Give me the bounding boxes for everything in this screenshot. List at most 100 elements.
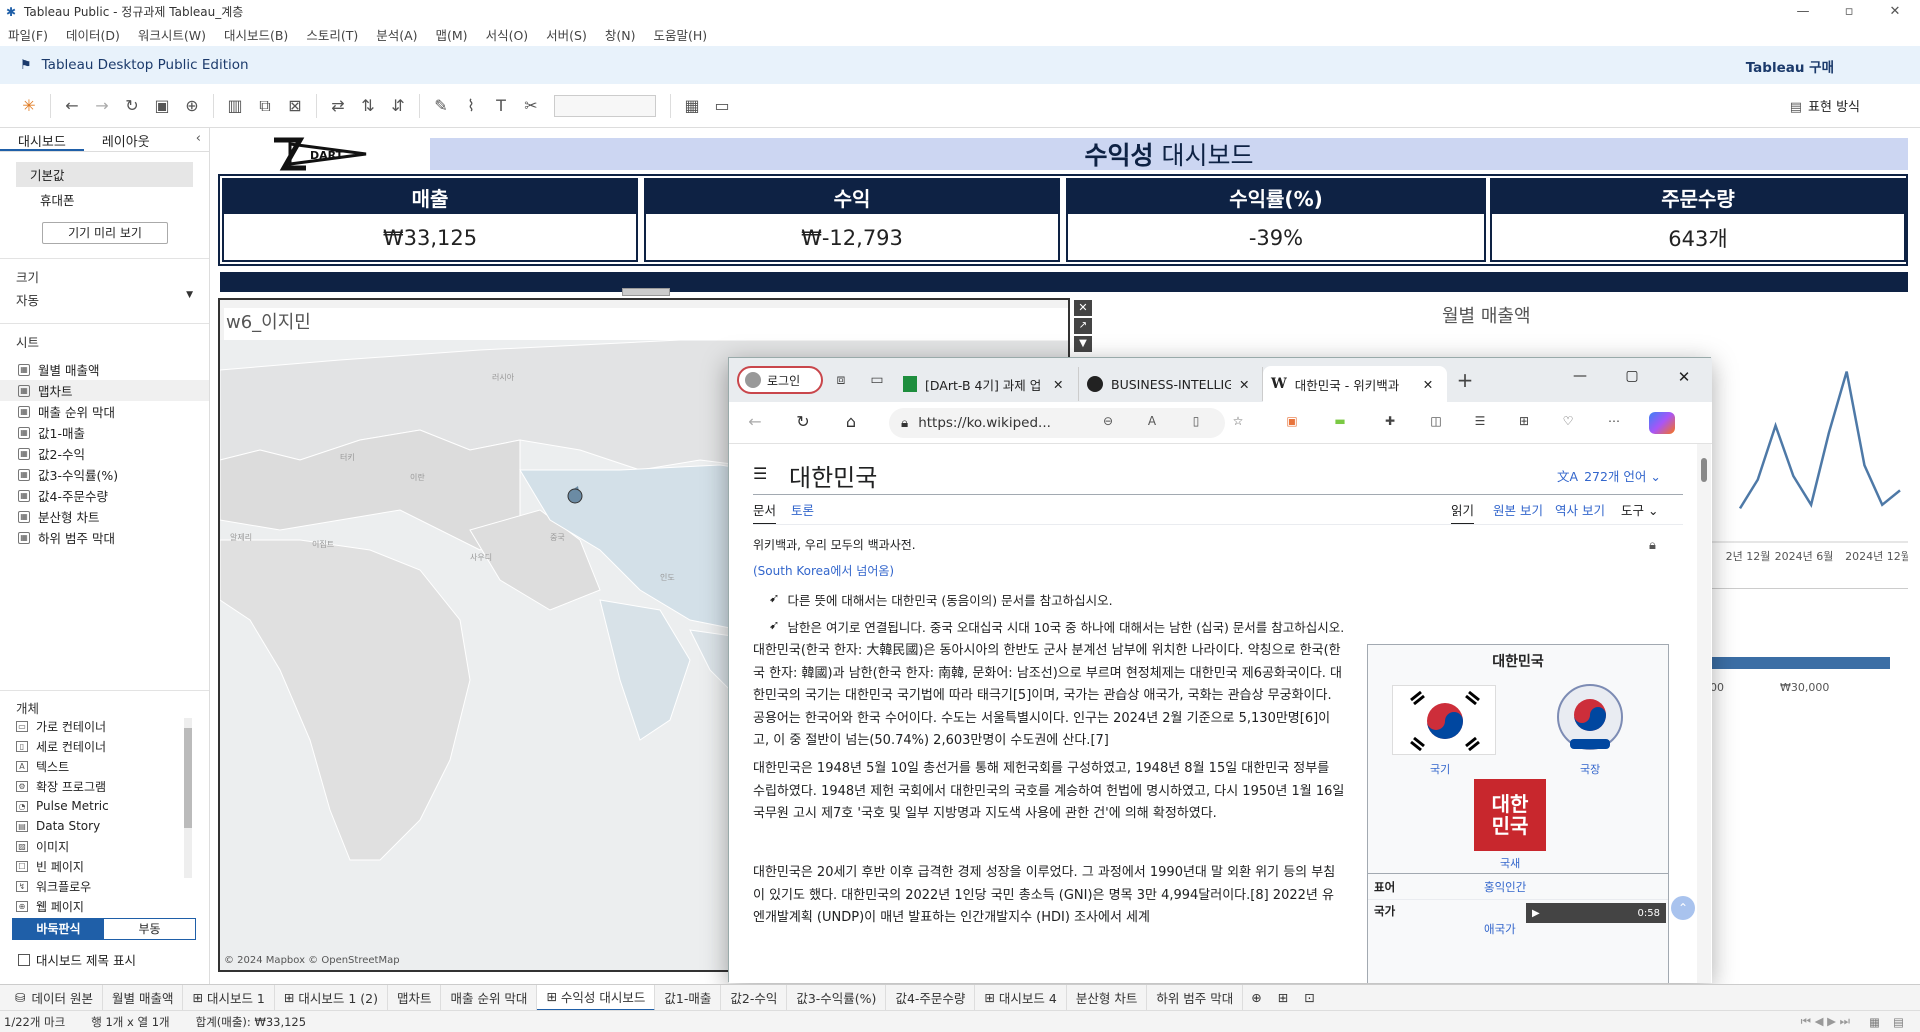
extension-icon[interactable]: ▣ bbox=[1281, 414, 1303, 428]
undo-icon[interactable]: ← bbox=[57, 91, 87, 121]
tab-layout[interactable]: 레이아웃 bbox=[84, 128, 168, 151]
tab-sheet[interactable]: 월별 매출액 bbox=[103, 984, 184, 1011]
home-icon[interactable]: ⌂ bbox=[839, 412, 863, 431]
device-preview-button[interactable]: 기기 미리 보기 bbox=[42, 222, 168, 244]
sheet-item[interactable]: ▦ 맵차트 bbox=[0, 380, 209, 401]
menu-map[interactable]: 맵(M) bbox=[436, 25, 468, 44]
sheet-filter-icon[interactable]: ▼ bbox=[1074, 336, 1092, 352]
sheet-item[interactable]: ▦ 값4-주문수량 bbox=[0, 485, 209, 506]
toc-menu-icon[interactable]: ☰ bbox=[753, 464, 767, 483]
settings-more-icon[interactable]: ⋯ bbox=[1603, 414, 1625, 428]
menu-data[interactable]: 데이터(D) bbox=[66, 25, 120, 44]
tab-sheet[interactable]: 값4-주문수량 bbox=[886, 984, 976, 1011]
audio-player[interactable]: ▶ 0:58 bbox=[1526, 903, 1666, 923]
tab-history[interactable]: 역사 보기 bbox=[1555, 500, 1605, 519]
tab-dashboard[interactable]: ⊞ 대시보드 4 bbox=[975, 984, 1067, 1011]
read-aloud-icon[interactable]: A bbox=[1141, 414, 1163, 428]
tab-talk[interactable]: 토론 bbox=[791, 500, 814, 519]
immersive-reader-icon[interactable]: ▯ bbox=[1185, 414, 1207, 428]
map-mark-korea[interactable] bbox=[567, 488, 583, 504]
seal-image[interactable]: 대한민국 bbox=[1474, 779, 1546, 851]
tab-nav-icons[interactable]: ⏮ ◀ ▶ ⏭ bbox=[1801, 1014, 1850, 1029]
sheet-item[interactable]: ▦ 값3-수익률(%) bbox=[0, 464, 209, 485]
sheet-item[interactable]: ▦ 값1-매출 bbox=[0, 422, 209, 443]
extensions-icon[interactable]: ✚ bbox=[1379, 414, 1401, 428]
sheet-item[interactable]: ▦ 월별 매출액 bbox=[0, 359, 209, 380]
object-item[interactable]: ▨ 이미지 bbox=[0, 836, 190, 856]
sales-line[interactable] bbox=[1738, 371, 1901, 510]
tab-data-source[interactable]: ⛁ 데이터 원본 bbox=[6, 984, 103, 1011]
tab-sheet[interactable]: 맵차트 bbox=[388, 984, 442, 1011]
new-worksheet-tab-icon[interactable]: ⊕ bbox=[1243, 990, 1269, 1005]
sort-desc-icon[interactable]: ⇵ bbox=[383, 91, 413, 121]
back-icon[interactable]: ← bbox=[743, 412, 767, 431]
tab-read[interactable]: 읽기 bbox=[1451, 500, 1475, 525]
object-item[interactable]: ↯ 워크플로우 bbox=[0, 876, 190, 896]
tab-sheet[interactable]: 하위 범주 막대 bbox=[1147, 984, 1244, 1011]
object-item[interactable]: ⚙ 확장 프로그램 bbox=[0, 776, 190, 796]
sheet-item[interactable]: ▦ 매출 순위 막대 bbox=[0, 401, 209, 422]
flag-image[interactable] bbox=[1392, 685, 1496, 755]
tab-sheet[interactable]: 매출 순위 막대 bbox=[441, 984, 538, 1011]
menu-format[interactable]: 서식(O) bbox=[486, 25, 529, 44]
close-tab-icon[interactable]: ✕ bbox=[1423, 377, 1433, 392]
sheet-close-icon[interactable]: ✕ bbox=[1074, 300, 1092, 316]
maximize-button[interactable]: ▫ bbox=[1826, 0, 1872, 22]
tab-sheet[interactable]: 값3-수익률(%) bbox=[787, 984, 887, 1011]
seal-caption[interactable]: 국새 bbox=[1500, 855, 1520, 871]
collapse-pane-icon[interactable]: ‹ bbox=[188, 128, 209, 151]
play-icon[interactable]: ▶ bbox=[1532, 908, 1540, 919]
bar-chart-bar[interactable] bbox=[1690, 657, 1890, 669]
device-default[interactable]: 기본값 bbox=[16, 162, 193, 187]
menu-dashboard[interactable]: 대시보드(B) bbox=[224, 25, 288, 44]
emblem-image[interactable] bbox=[1554, 683, 1626, 757]
profile-login-button[interactable]: 로그인 bbox=[737, 366, 823, 394]
sheet-goto-icon[interactable]: ↗ bbox=[1074, 318, 1092, 334]
browser-tab[interactable]: BUSINESS-INTELLIG ✕ bbox=[1079, 367, 1263, 401]
highlight-icon[interactable]: ✎ bbox=[426, 91, 456, 121]
menu-worksheet[interactable]: 워크시트(W) bbox=[138, 25, 206, 44]
tab-article[interactable]: 문서 bbox=[753, 500, 777, 525]
device-phone[interactable]: 휴대폰 bbox=[16, 187, 193, 212]
page-scrollbar[interactable] bbox=[1697, 444, 1711, 983]
show-me-button[interactable]: ▤ 표현 방식 bbox=[1790, 96, 1860, 115]
browser-close-button[interactable]: ✕ bbox=[1669, 368, 1699, 386]
presentation-icon[interactable]: ▭ bbox=[707, 91, 737, 121]
card-icon[interactable]: ▦ bbox=[677, 91, 707, 121]
emblem-caption[interactable]: 국장 bbox=[1580, 761, 1600, 777]
object-item[interactable]: ▤ Data Story bbox=[0, 816, 190, 836]
browser-tab[interactable]: [DArt-B 4기] 과제 업 ✕ bbox=[895, 367, 1079, 401]
tab-view-source[interactable]: 원본 보기 bbox=[1493, 500, 1543, 519]
anthem-value[interactable]: 애국가 bbox=[1484, 921, 1516, 937]
favorite-star-icon[interactable]: ☆ bbox=[1227, 414, 1249, 428]
close-window-button[interactable]: ✕ bbox=[1872, 0, 1918, 22]
menu-server[interactable]: 서버(S) bbox=[546, 25, 587, 44]
extension-icon-2[interactable]: ▬ bbox=[1329, 414, 1351, 428]
scroll-to-top-button[interactable]: ⌃ bbox=[1671, 896, 1695, 920]
zoom-icon[interactable]: ⊖ bbox=[1097, 414, 1119, 428]
fit-select[interactable] bbox=[554, 94, 656, 117]
workspaces-icon[interactable]: ⧈ bbox=[823, 372, 859, 388]
reload-icon[interactable]: ↻ bbox=[791, 412, 815, 431]
new-story-tab-icon[interactable]: ⊡ bbox=[1296, 990, 1322, 1005]
group-icon[interactable]: ⌇ bbox=[456, 91, 486, 121]
protection-lock-icon[interactable]: 🔒︎ bbox=[1649, 538, 1656, 553]
collections-icon[interactable]: ⊞ bbox=[1513, 414, 1535, 428]
menu-help[interactable]: 도움말(H) bbox=[653, 25, 707, 44]
tab-dashboard[interactable]: ⊞ 대시보드 1 (2) bbox=[275, 984, 388, 1011]
close-tab-icon[interactable]: ✕ bbox=[1053, 377, 1063, 392]
size-dropdown[interactable]: 자동 ▼ bbox=[16, 290, 193, 309]
redo-icon[interactable]: → bbox=[87, 91, 117, 121]
tiled-toggle[interactable]: 바둑판식 bbox=[13, 919, 104, 939]
browser-maximize-button[interactable]: ▢ bbox=[1617, 368, 1647, 384]
new-tab-icon[interactable]: + bbox=[1447, 368, 1483, 392]
favorites-icon[interactable]: ☰ bbox=[1469, 414, 1491, 428]
tools-dropdown[interactable]: 도구 ⌄ bbox=[1621, 500, 1658, 519]
url-field[interactable]: 🔒︎ https://ko.wikiped... bbox=[889, 408, 1225, 438]
clear-icon[interactable]: ⊠ bbox=[280, 91, 310, 121]
menu-window[interactable]: 창(N) bbox=[605, 25, 636, 44]
fix-axes-icon[interactable]: ✂ bbox=[516, 91, 546, 121]
list-view-icon[interactable]: ▤ bbox=[1893, 1015, 1904, 1029]
object-item[interactable]: A 텍스트 bbox=[0, 756, 190, 776]
show-title-checkbox[interactable] bbox=[18, 953, 30, 966]
